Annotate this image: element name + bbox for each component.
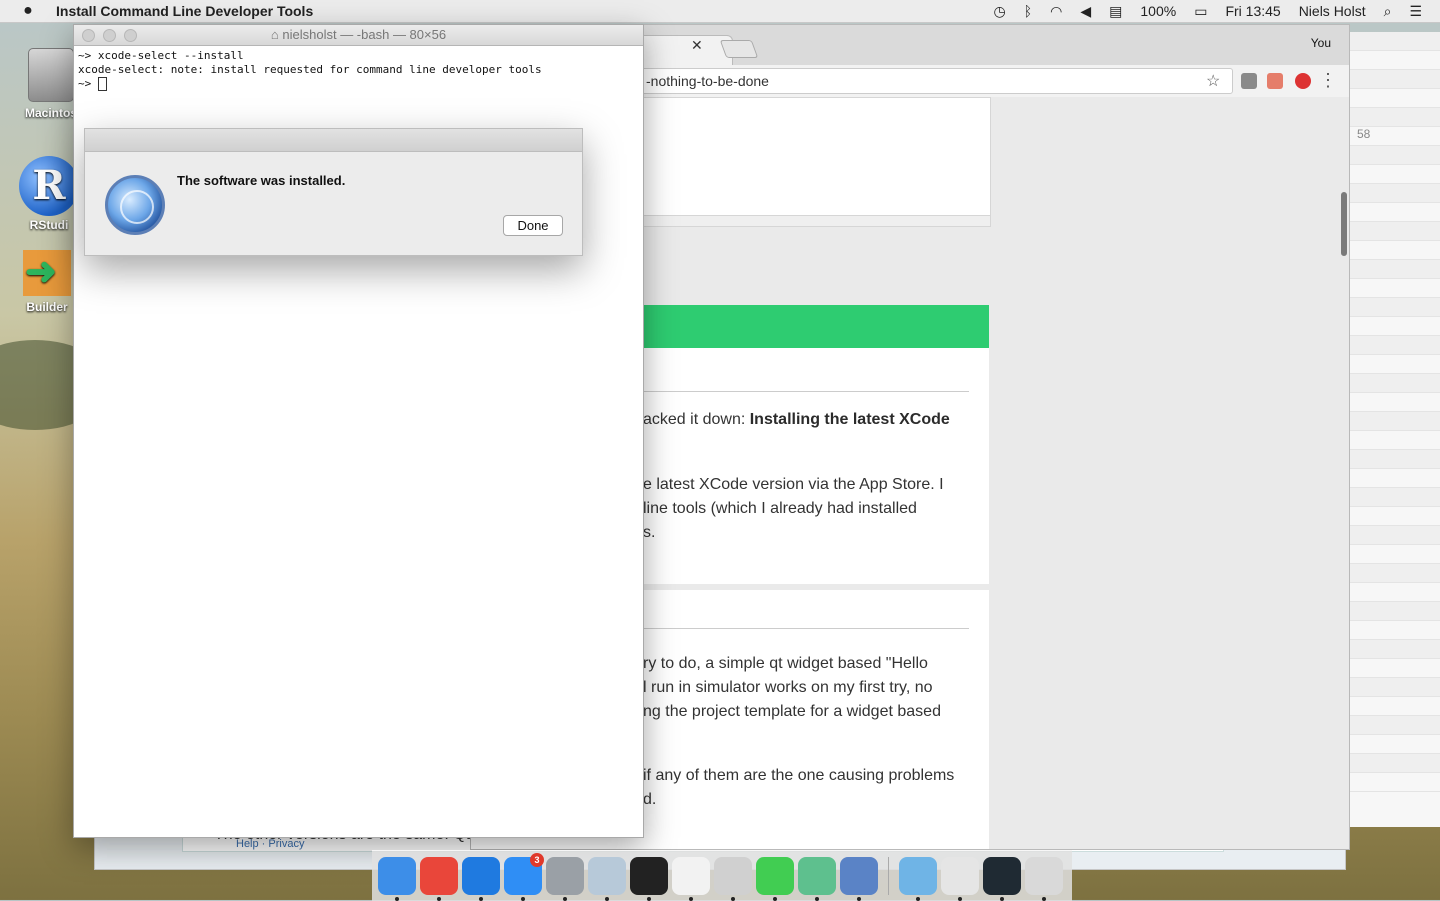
dock-running-indicator [1000, 897, 1004, 901]
spotlight-icon[interactable]: ⌕ [1384, 3, 1392, 20]
dock-running-indicator [1042, 897, 1046, 901]
dock-running-indicator [958, 897, 962, 901]
dock-running-indicator [605, 897, 609, 901]
home-icon: ⌂ [270, 27, 283, 42]
zoom-window-button[interactable] [124, 29, 137, 42]
dialog-titlebar [85, 129, 582, 152]
clock[interactable]: Fri 13:45 [1225, 3, 1280, 19]
dock-safari-icon[interactable] [462, 857, 500, 901]
dock-terminal-window-icon[interactable] [983, 857, 1021, 901]
terminal-cursor [97, 77, 107, 91]
answer-line: ng the project template for a widget bas… [643, 703, 941, 720]
app-title[interactable]: Install Command Line Developer Tools [56, 3, 313, 19]
software-update-globe-icon [105, 175, 165, 235]
battery-icon[interactable]: ▭ [1194, 3, 1207, 20]
desktop-icon-builder[interactable]: Builder [12, 250, 82, 314]
input-menu-icon[interactable]: ▤ [1109, 3, 1122, 20]
r-logo-icon: R [19, 156, 79, 216]
menu-bar: ● Install Command Line Developer Tools ◷… [0, 0, 1440, 23]
bookmark-star-icon[interactable]: ☆ [1206, 71, 1220, 91]
dock-chrome-icon[interactable] [420, 857, 458, 901]
dock-running-indicator [647, 897, 651, 901]
answer-line: ry to do, a simple qt widget based "Hell… [643, 655, 928, 672]
terminal-prompt-line: ~> [78, 77, 639, 91]
tab-close-icon[interactable]: ✕ [691, 37, 703, 54]
extension-evernote-icon[interactable] [1241, 73, 1257, 89]
dock-running-indicator [916, 897, 920, 901]
notification-center-icon[interactable]: ☰ [1409, 3, 1422, 20]
address-bar[interactable]: -nothing-to-be-done [641, 68, 1233, 94]
dock-badge: 3 [530, 853, 544, 867]
status-area: ◷ ᛒ ◠ ◀ ▤ 100% ▭ Fri 13:45 Niels Holst ⌕… [994, 0, 1440, 22]
answer-line: if any of them are the one causing probl… [643, 767, 955, 784]
right-partial-window[interactable]: 58 [1348, 32, 1440, 827]
extension-bookmark-icon[interactable] [1267, 73, 1283, 89]
answer-line: d. [643, 791, 657, 808]
background-window-footer[interactable]: Help · Privacy [236, 838, 304, 850]
answer-line: line tools (which I already had installe… [643, 500, 917, 517]
dock-trash-icon[interactable] [1025, 857, 1063, 901]
dock-running-indicator [773, 897, 777, 901]
apple-menu-icon[interactable]: ● [0, 2, 56, 20]
new-tab-button[interactable] [719, 40, 759, 58]
terminal-titlebar[interactable]: ⌂ nielsholst — -bash — 80×56 [74, 25, 643, 46]
dock-running-indicator [857, 897, 861, 901]
dock-app-store-icon[interactable]: 3 [504, 853, 544, 901]
terminal-title: nielsholst — -bash — 80×56 [282, 27, 447, 42]
done-button[interactable]: Done [503, 215, 563, 236]
browser-menu-icon[interactable]: ⋮ [1319, 70, 1337, 91]
dock-running-indicator [731, 897, 735, 901]
dock-r-icon[interactable] [714, 857, 752, 901]
answer-line: s. [643, 524, 656, 541]
terminal-line: ~> xcode-select --install [78, 49, 244, 62]
dock-applications-folder-icon[interactable] [899, 857, 937, 901]
dock-running-indicator [395, 897, 399, 901]
dock-running-indicator [437, 897, 441, 901]
install-complete-dialog: The software was installed. Done [84, 128, 583, 256]
dialog-message: The software was installed. [177, 173, 346, 188]
dock-qt-creator-icon[interactable] [756, 857, 794, 901]
user-name[interactable]: Niels Holst [1299, 3, 1366, 19]
profile-button[interactable]: You [1311, 36, 1331, 50]
bluetooth-icon[interactable]: ᛒ [1024, 3, 1032, 19]
dock-running-indicator [563, 897, 567, 901]
dock-preview-icon[interactable] [588, 857, 626, 901]
volume-icon[interactable]: ◀ [1080, 3, 1091, 20]
extension-abp-icon[interactable] [1295, 73, 1311, 89]
time-machine-icon[interactable]: ◷ [994, 3, 1006, 20]
desktop-icon-label: Builder [26, 300, 68, 314]
dock-separator [888, 857, 889, 895]
window-controls [82, 29, 137, 42]
answer-line: l run in simulator works on my first try… [643, 679, 933, 696]
wifi-icon[interactable]: ◠ [1050, 3, 1062, 20]
dock: 3 [372, 850, 1072, 901]
dock-running-indicator [815, 897, 819, 901]
dock-finder-icon[interactable] [378, 857, 416, 901]
minimize-window-button[interactable] [103, 29, 116, 42]
dock-downloads-icon[interactable] [941, 857, 979, 901]
dock-installer-icon[interactable] [840, 857, 878, 901]
terminal-line: xcode-select: note: install requested fo… [78, 63, 542, 76]
dock-textedit-icon[interactable] [672, 857, 710, 901]
dock-terminal-icon[interactable] [630, 857, 668, 901]
dock-running-indicator [521, 897, 525, 901]
terminal-prompt: ~> [78, 77, 98, 90]
battery-percent[interactable]: 100% [1140, 3, 1176, 19]
close-window-button[interactable] [82, 29, 95, 42]
builder-icon [23, 250, 71, 296]
hard-drive-icon [28, 48, 74, 102]
dock-atom-icon[interactable] [798, 857, 836, 901]
terminal-output[interactable]: ~> xcode-select --install xcode-select: … [74, 46, 643, 94]
dock-running-indicator [479, 897, 483, 901]
page-scrollbar[interactable] [1341, 192, 1347, 256]
answer-line: e latest XCode version via the App Store… [643, 476, 944, 493]
row-number: 58 [1349, 127, 1440, 146]
dock-running-indicator [689, 897, 693, 901]
dock-launchpad-icon[interactable] [546, 857, 584, 901]
